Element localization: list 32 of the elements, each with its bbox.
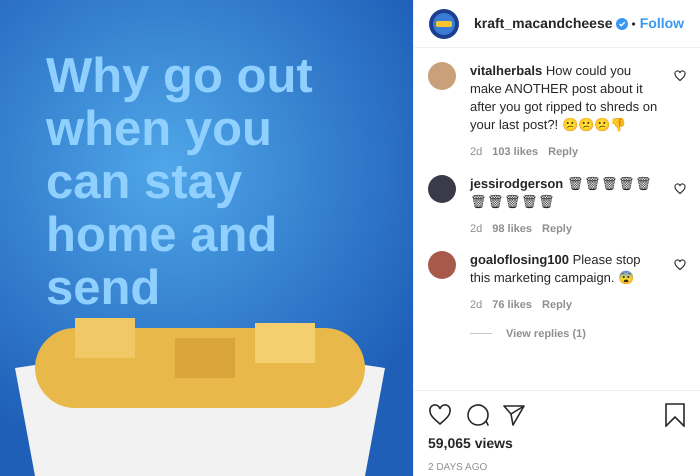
reply-link[interactable]: Reply: [542, 220, 572, 237]
separator: •: [632, 16, 636, 32]
like-count: 76 likes: [492, 298, 532, 313]
avatar[interactable]: [428, 174, 456, 202]
comment-username[interactable]: jessirodgerson: [470, 176, 564, 190]
username[interactable]: kraft_macandcheese: [474, 13, 613, 34]
comment-icon[interactable]: [466, 403, 490, 427]
reply-link[interactable]: Reply: [548, 144, 578, 160]
like-icon[interactable]: [674, 182, 686, 194]
comment-age: 2d: [470, 145, 482, 160]
like-count: 103 likes: [492, 145, 538, 160]
comment-text: vitalherbals How could you make ANOTHER post about it after you got ripped to shreds on your last post?! 😕😕😕👎: [470, 62, 658, 134]
comment-username[interactable]: goaloflosing100: [470, 252, 569, 267]
comment-age: 2d: [470, 298, 482, 313]
brand-logo-icon[interactable]: [428, 8, 460, 40]
comment-age: 2d: [470, 222, 482, 236]
like-count: 98 likes: [492, 222, 532, 236]
view-count: 59,065 views: [428, 434, 514, 453]
follow-button[interactable]: Follow: [640, 13, 684, 34]
like-icon[interactable]: [674, 70, 686, 82]
like-icon[interactable]: [674, 259, 686, 271]
bookmark-icon[interactable]: [664, 403, 686, 427]
comment-text: goaloflosing100 Please stop this marketing campaign. 😨: [470, 251, 642, 287]
share-icon[interactable]: [502, 403, 526, 427]
avatar[interactable]: [428, 251, 456, 279]
headline: Why go out when you can stay home and send: [46, 50, 314, 315]
post-date: 2 DAYS AGO: [428, 461, 488, 475]
reply-link[interactable]: Reply: [542, 297, 572, 314]
like-icon[interactable]: [428, 403, 452, 427]
comment-text: jessirodgerson 🗑🗑🗑🗑🗑🗑🗑🗑🗑🗑: [470, 174, 653, 210]
comment-username[interactable]: vitalherbals: [470, 63, 542, 78]
view-replies-link[interactable]: View replies (1): [506, 326, 586, 342]
